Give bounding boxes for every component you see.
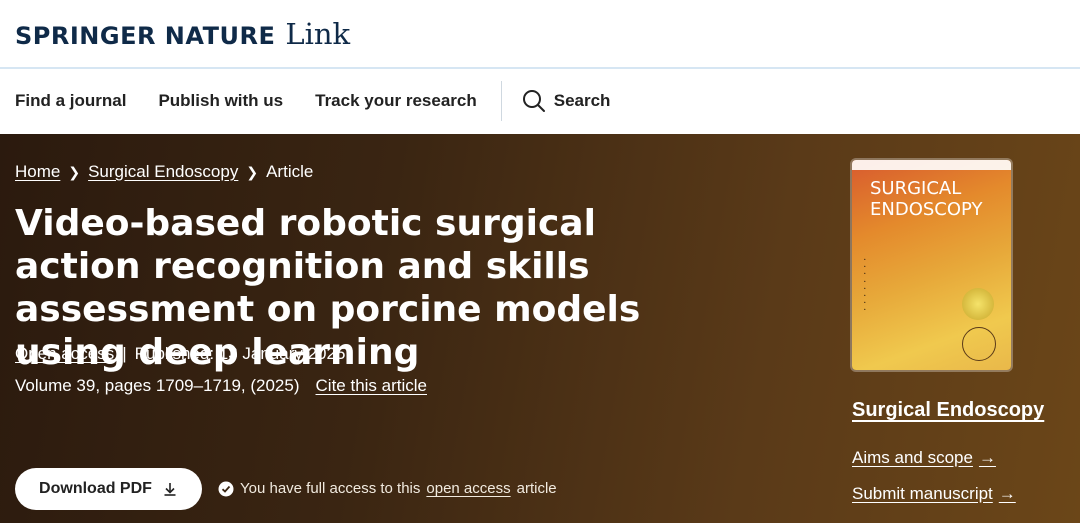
meta-separator: |: [122, 344, 127, 363]
access-status: You have full access to this open access…: [218, 480, 557, 497]
cover-gold-seal: [962, 288, 994, 320]
breadcrumb-home[interactable]: Home: [15, 162, 60, 182]
springer-nature-link-logo[interactable]: SPRINGER NATURE Link: [15, 17, 350, 51]
nav-find-journal[interactable]: Find a journal: [15, 91, 126, 111]
nav-track-research[interactable]: Track your research: [315, 91, 477, 111]
submit-manuscript-label: Submit manuscript: [852, 484, 993, 503]
arrow-right-icon: →: [998, 484, 1016, 503]
site-header: SPRINGER NATURE Link: [0, 0, 1080, 69]
download-icon: [164, 483, 176, 496]
cover-topic-list: • • • • • • • •: [864, 257, 866, 313]
access-open-access-link[interactable]: open access: [426, 480, 510, 497]
download-pdf-label: Download PDF: [39, 480, 152, 497]
published-date: Published: 13 January 2025: [134, 344, 346, 363]
breadcrumb-journal[interactable]: Surgical Endoscopy: [88, 162, 238, 182]
aims-and-scope-link[interactable]: Aims and scope →: [852, 448, 996, 468]
check-circle-icon: [218, 481, 234, 496]
aims-and-scope-label: Aims and scope: [852, 448, 973, 467]
breadcrumb-current: Article: [266, 162, 314, 181]
cite-article-link[interactable]: Cite this article: [316, 376, 427, 396]
chevron-right-icon: ❯: [68, 163, 81, 180]
cover-title: SURGICAL ENDOSCOPY: [870, 178, 983, 220]
nav-divider: [500, 80, 502, 121]
open-access-link[interactable]: Open access: [15, 344, 114, 364]
search-icon: [522, 89, 545, 112]
cover-emblem-seal: [962, 327, 996, 361]
cover-header-strip: [852, 160, 1011, 170]
article-hero: Home ❯ Surgical Endoscopy ❯ Article Vide…: [0, 134, 1080, 523]
volume-info: Volume 39, pages 1709–1719, (2025): [15, 376, 300, 395]
search-button[interactable]: Search: [522, 89, 611, 113]
product-name: Link: [285, 16, 351, 51]
breadcrumb: Home ❯ Surgical Endoscopy ❯ Article: [15, 162, 313, 182]
journal-cover-image[interactable]: SURGICAL ENDOSCOPY • • • • • • • •: [852, 160, 1011, 370]
access-text: You have full access to this: [240, 480, 421, 497]
main-nav: Find a journal Publish with us Track you…: [0, 69, 1080, 132]
journal-name-link[interactable]: Surgical Endoscopy: [852, 399, 1044, 422]
nav-publish-with-us[interactable]: Publish with us: [158, 91, 283, 111]
search-label: Search: [553, 90, 611, 110]
arrow-right-icon: →: [978, 448, 996, 467]
submit-manuscript-link[interactable]: Submit manuscript →: [852, 484, 1016, 504]
article-meta: Open access | Published: 13 January 2025: [15, 344, 345, 364]
access-suffix: article: [516, 480, 557, 497]
article-volume-row: Volume 39, pages 1709–1719, (2025) Cite …: [15, 376, 427, 396]
brand-name: SPRINGER NATURE: [15, 21, 276, 50]
chevron-right-icon: ❯: [246, 163, 259, 180]
download-pdf-button[interactable]: Download PDF: [15, 468, 202, 510]
